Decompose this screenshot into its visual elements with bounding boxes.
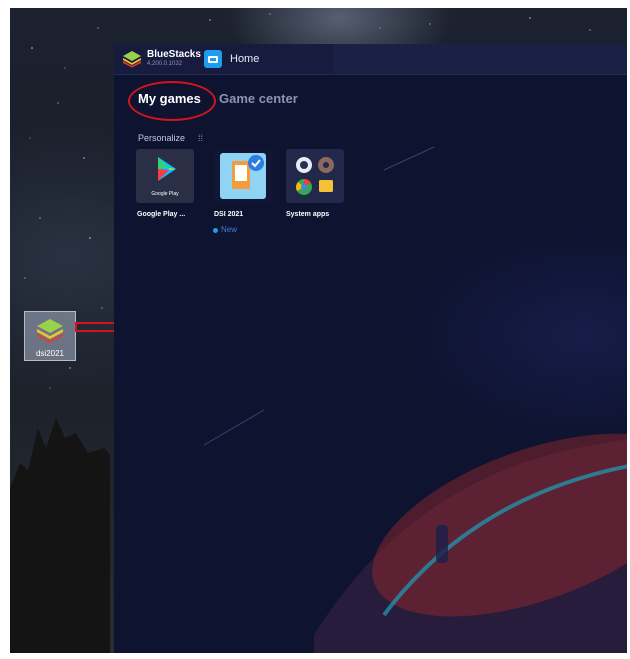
home-tab-icon[interactable] bbox=[204, 50, 222, 68]
app-dsi-2021[interactable] bbox=[214, 149, 272, 203]
google-play-caption: Google Play bbox=[151, 191, 179, 197]
app-label-system-apps: System apps bbox=[286, 211, 330, 218]
system-apps-icon bbox=[296, 157, 334, 195]
desktop-shortcut-dsi2021[interactable]: dsi2021 bbox=[24, 311, 76, 361]
bluestacks-logo-icon bbox=[123, 51, 141, 68]
app-name: BlueStacks bbox=[147, 49, 201, 60]
bluestacks-logo-icon bbox=[37, 319, 63, 343]
home-tab-label[interactable]: Home bbox=[230, 53, 259, 65]
app-google-play[interactable]: Google Play bbox=[136, 149, 194, 203]
desktop-shortcut-label: dsi2021 bbox=[35, 349, 65, 358]
bluestacks-window: BlueStacks 4.200.0.1032 Home My games Ga… bbox=[114, 44, 627, 653]
app-version: 4.200.0.1032 bbox=[147, 61, 183, 67]
tab-my-games[interactable]: My games bbox=[138, 91, 201, 106]
settings-grid-icon[interactable]: ⁞⁞ bbox=[198, 133, 203, 143]
google-play-icon bbox=[158, 157, 176, 181]
tab-game-center[interactable]: Game center bbox=[219, 91, 298, 106]
home-content: My games Game center Personalize ⁞⁞ Goog… bbox=[114, 75, 627, 653]
app-label-google-play: Google Play ... bbox=[137, 211, 186, 218]
personalize-label[interactable]: Personalize bbox=[138, 133, 185, 143]
app-system-apps[interactable] bbox=[286, 149, 344, 203]
tab-strip bbox=[334, 44, 627, 74]
app-label-dsi-2021: DSI 2021 bbox=[214, 211, 244, 218]
new-badge-label: New bbox=[221, 225, 238, 234]
mountain-silhouette bbox=[10, 418, 110, 653]
desktop-screenshot: dsi2021 BlueStacks 4.200.0.1032 Home My … bbox=[10, 8, 627, 653]
dsi-app-icon bbox=[220, 153, 266, 199]
new-badge-dot bbox=[213, 228, 218, 233]
title-bar: BlueStacks 4.200.0.1032 Home bbox=[114, 44, 627, 75]
